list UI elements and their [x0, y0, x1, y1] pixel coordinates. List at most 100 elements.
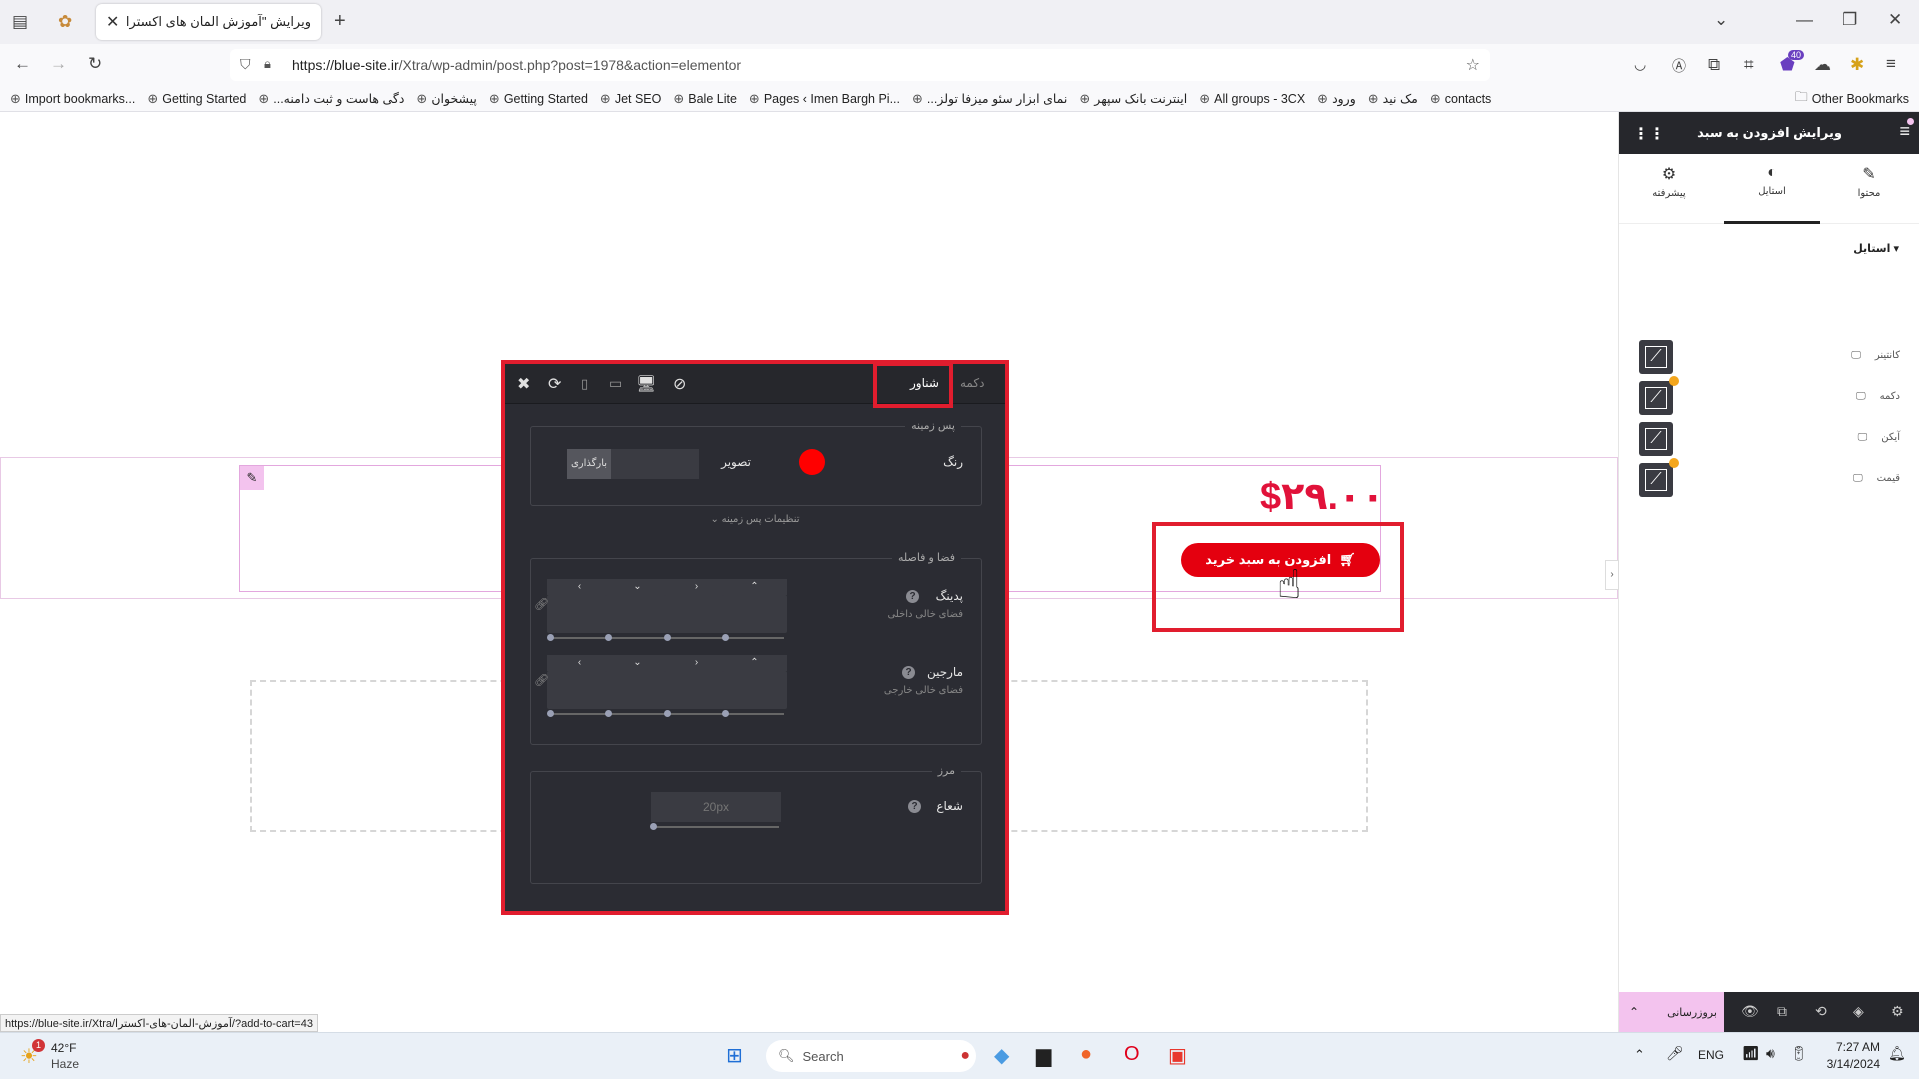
- clock-time[interactable]: 7:27 AM: [1820, 1040, 1880, 1054]
- pocket-icon[interactable]: ◡: [1634, 56, 1646, 73]
- firefox-icon[interactable]: ●: [1080, 1043, 1092, 1066]
- margin-help-icon[interactable]: ?: [902, 666, 915, 679]
- refresh-icon[interactable]: ⟳: [548, 374, 561, 394]
- battery-icon[interactable]: 🔋︎: [1790, 1045, 1808, 1062]
- active-tab[interactable]: ویرایش "آموزش المان های اکسترا – ... ✕: [96, 4, 321, 40]
- camtasia-icon[interactable]: ▣: [1168, 1043, 1187, 1068]
- new-tab-icon[interactable]: +: [334, 10, 346, 33]
- link-icon[interactable]: 🔗︎: [534, 597, 549, 611]
- bookmark-item[interactable]: ⊕ Getting Started: [489, 91, 588, 107]
- radius-slider-handle[interactable]: [650, 823, 657, 830]
- bookmark-item[interactable]: ⊕ Jet SEO: [600, 91, 661, 107]
- dimension-slider[interactable]: [724, 713, 784, 715]
- style-edit-button[interactable]: ⟋: [1639, 340, 1673, 374]
- taskbar-search[interactable]: 🔍︎ Search ●: [766, 1040, 976, 1072]
- style-row[interactable]: ⟋ دکمه 🖵︎: [1619, 376, 1919, 417]
- star-icon[interactable]: ☆: [1466, 55, 1480, 75]
- clock-date[interactable]: 3/14/2024: [1816, 1057, 1880, 1071]
- crop-icon[interactable]: ⌗: [1744, 55, 1754, 75]
- history-icon[interactable]: ⟲: [1815, 1003, 1827, 1020]
- back-icon[interactable]: ←: [14, 54, 31, 74]
- mobile-icon[interactable]: ▯: [581, 376, 588, 392]
- shield-icon[interactable]: ⛉: [240, 56, 251, 73]
- link-icon[interactable]: 🔗︎: [534, 673, 549, 687]
- dimension-slider-handle[interactable]: [605, 710, 612, 717]
- lock-icon[interactable]: 🔒︎: [264, 56, 271, 72]
- style-row[interactable]: ⟋ آیکن 🖵︎: [1619, 422, 1919, 458]
- chevron-down-icon[interactable]: ⌄: [1714, 10, 1728, 30]
- restore-icon[interactable]: ❐: [1842, 10, 1857, 30]
- tab-list-icon[interactable]: ▤: [12, 12, 28, 32]
- dimension-slider-handle[interactable]: [547, 710, 554, 717]
- style-section-toggle[interactable]: ▾ استایل: [1853, 242, 1899, 255]
- microphone-icon[interactable]: 🎤︎: [1666, 1045, 1684, 1062]
- bookmark-item[interactable]: ⊕ اینترنت بانک سپهر: [1079, 91, 1187, 107]
- dimension-slider[interactable]: [607, 637, 667, 639]
- responsive-icon[interactable]: ⧉: [1777, 1003, 1787, 1020]
- desktop-icon[interactable]: 🖥︎: [636, 374, 656, 394]
- dimension-slider-handle[interactable]: [664, 710, 671, 717]
- dimension-slider[interactable]: [666, 713, 726, 715]
- apps-grid-icon[interactable]: ⋮⋮: [1633, 124, 1665, 144]
- bookmark-item[interactable]: ⊕ Pages ‹ Imen Bargh Pi...: [749, 91, 900, 107]
- eye-icon[interactable]: 👁︎: [1741, 1003, 1759, 1020]
- style-row[interactable]: ⟋ کانتینر 🖵︎: [1619, 340, 1919, 376]
- dimension-input[interactable]: [547, 595, 612, 633]
- layers-icon[interactable]: ◈: [1853, 1003, 1864, 1020]
- tab-content[interactable]: ✎ محتوا: [1819, 164, 1919, 199]
- dimension-slider[interactable]: [549, 637, 609, 639]
- dimension-slider-handle[interactable]: [605, 634, 612, 641]
- other-bookmarks[interactable]: 🗀 Other Bookmarks: [1795, 88, 1909, 110]
- dimension-input[interactable]: [722, 595, 787, 633]
- upload-button[interactable]: بارگذاری: [567, 449, 611, 479]
- dimension-slider-handle[interactable]: [547, 634, 554, 641]
- close-window-icon[interactable]: ✕: [1888, 10, 1902, 30]
- volume-icon[interactable]: 🔊︎: [1766, 1045, 1775, 1062]
- pinned-tab-icon[interactable]: ✿: [58, 12, 72, 32]
- dimension-slider-handle[interactable]: [722, 710, 729, 717]
- padding-help-icon[interactable]: ?: [906, 590, 919, 603]
- dimension-input[interactable]: [547, 671, 612, 709]
- bookmark-item[interactable]: ⊕ پیشخوان: [416, 91, 477, 107]
- color-swatch[interactable]: [799, 449, 825, 475]
- update-button[interactable]: ⌃ بروزرسانی: [1619, 992, 1724, 1032]
- copilot-icon[interactable]: ◆: [994, 1043, 1009, 1068]
- extensions-icon[interactable]: ⧉: [1708, 55, 1720, 75]
- tablet-icon[interactable]: ▭: [609, 375, 622, 392]
- dimension-input[interactable]: [664, 595, 729, 633]
- chevron-up-icon[interactable]: ⌃: [1629, 1005, 1639, 1019]
- radius-slider[interactable]: [653, 826, 779, 828]
- toggle-icon[interactable]: ⊘: [673, 374, 686, 394]
- cloud-icon[interactable]: ☁: [1814, 55, 1831, 75]
- bookmark-item[interactable]: ⊕ ...نمای ابزار سئو میزفا تولز: [912, 91, 1067, 107]
- terminal-icon[interactable]: ▆: [1036, 1043, 1051, 1068]
- menu-icon[interactable]: ≡: [1886, 54, 1896, 74]
- bookmark-item[interactable]: ⊕ ...دگی هاست و ثبت دامنه: [258, 91, 404, 107]
- dimension-input[interactable]: [605, 671, 670, 709]
- dimension-input[interactable]: [664, 671, 729, 709]
- tab-advanced[interactable]: ⚙ پیشرفته: [1619, 164, 1719, 199]
- bookmark-item[interactable]: ⊕ All groups - 3CX: [1199, 91, 1305, 107]
- wifi-icon[interactable]: 📶︎: [1742, 1045, 1760, 1062]
- edit-pencil-icon[interactable]: ✎: [240, 466, 264, 490]
- settings-icon[interactable]: ⚙: [1891, 1003, 1904, 1020]
- notifications-icon[interactable]: 🔔︎: [1888, 1045, 1906, 1062]
- bookmark-item[interactable]: ⊕ مک نید: [1368, 91, 1418, 107]
- reload-icon[interactable]: ↻: [88, 54, 102, 74]
- radius-input[interactable]: [651, 792, 781, 822]
- account-icon[interactable]: Ⓐ: [1672, 56, 1686, 76]
- close-icon[interactable]: ✖: [517, 374, 530, 394]
- url-bar[interactable]: ⛉ 🔒︎ https://blue-site.ir/Xtra/wp-admin/…: [230, 49, 1490, 81]
- dimension-slider-handle[interactable]: [722, 634, 729, 641]
- bookmark-item[interactable]: ⊕ Getting Started: [147, 91, 246, 107]
- dimension-slider[interactable]: [666, 637, 726, 639]
- dimension-slider[interactable]: [549, 713, 609, 715]
- dimension-input[interactable]: [605, 595, 670, 633]
- tray-chevron-icon[interactable]: ⌃: [1634, 1047, 1645, 1063]
- dimension-slider[interactable]: [607, 713, 667, 715]
- dimension-slider-handle[interactable]: [664, 634, 671, 641]
- opera-icon[interactable]: O: [1124, 1043, 1140, 1066]
- close-tab-icon[interactable]: ✕: [106, 12, 119, 32]
- dimension-slider[interactable]: [724, 637, 784, 639]
- style-edit-button[interactable]: ⟋: [1639, 422, 1673, 456]
